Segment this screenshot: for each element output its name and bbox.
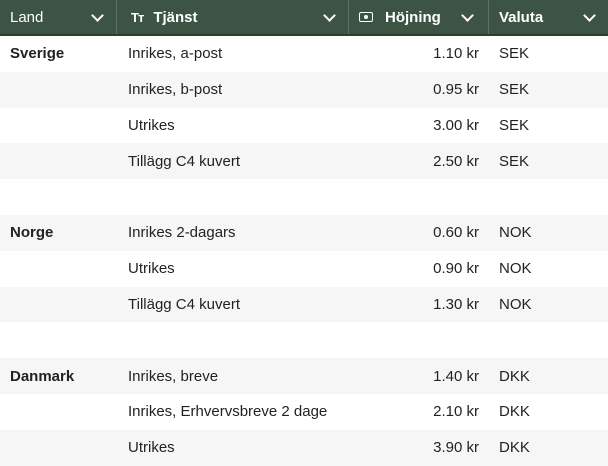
cell-hojning: 2.50 kr [433, 152, 479, 170]
column-header-land-label: Land [10, 8, 44, 26]
cell-hojning: 1.30 kr [433, 295, 479, 313]
column-header-land[interactable]: Land [0, 0, 117, 34]
table-row-empty[interactable] [0, 179, 608, 215]
cell-tjanst: Inrikes, b-post [128, 81, 223, 99]
chevron-down-icon[interactable] [583, 9, 596, 22]
cell-hojning: 3.00 kr [433, 116, 479, 134]
column-header-tjanst-label: Tjänst [153, 8, 198, 26]
column-header-hojning[interactable]: Höjning [349, 0, 489, 34]
table-row[interactable]: Utrikes 3.00 kr SEK [0, 108, 608, 144]
table-body: Sverige Inrikes, a-post 1.10 kr SEK Inri… [0, 36, 608, 466]
table-row[interactable]: Utrikes 3.90 kr DKK [0, 429, 608, 466]
cell-valuta: NOK [499, 224, 532, 242]
column-header-hojning-label: Höjning [385, 8, 441, 26]
table-row-empty[interactable] [0, 322, 608, 358]
table-row[interactable]: Inrikes, Erhvervsbreve 2 dage 2.10 kr DK… [0, 394, 608, 430]
cell-hojning: 0.60 kr [433, 224, 479, 242]
cell-tjanst: Inrikes, breve [128, 367, 219, 385]
table-row[interactable]: Tillägg C4 kuvert 2.50 kr SEK [0, 143, 608, 180]
cell-valuta: DKK [499, 403, 530, 421]
chevron-down-icon[interactable] [323, 9, 336, 22]
cell-tjanst: Tillägg C4 kuvert [128, 152, 240, 170]
cell-valuta: SEK [499, 116, 530, 134]
cell-land: Danmark [10, 367, 75, 385]
cell-valuta: DKK [499, 439, 530, 457]
money-icon [359, 12, 373, 22]
table-row[interactable]: Norge Inrikes 2-dagars 0.60 kr NOK [0, 214, 608, 251]
column-header-valuta[interactable]: Valuta [489, 0, 608, 34]
table-row[interactable]: Sverige Inrikes, a-post 1.10 kr SEK [0, 36, 608, 72]
cell-hojning: 3.90 kr [433, 439, 479, 457]
cell-tjanst: Utrikes [128, 260, 175, 278]
chevron-down-icon[interactable] [91, 9, 104, 22]
cell-tjanst: Inrikes, a-post [128, 45, 223, 63]
cell-tjanst: Inrikes, Erhvervsbreve 2 dage [128, 403, 328, 421]
table-row[interactable]: Utrikes 0.90 kr NOK [0, 251, 608, 287]
cell-land: Sverige [10, 45, 65, 63]
cell-valuta: DKK [499, 367, 530, 385]
chevron-down-icon[interactable] [461, 9, 474, 22]
cell-tjanst: Inrikes 2-dagars [128, 224, 236, 242]
table-row[interactable]: Tillägg C4 kuvert 1.30 kr NOK [0, 286, 608, 323]
table-row[interactable]: Inrikes, b-post 0.95 kr SEK [0, 71, 608, 108]
cell-valuta: SEK [499, 81, 530, 99]
cell-hojning: 2.10 kr [433, 403, 479, 421]
cell-tjanst: Tillägg C4 kuvert [128, 295, 240, 313]
cell-tjanst: Utrikes [128, 439, 175, 457]
cell-tjanst: Utrikes [128, 116, 175, 134]
cell-hojning: 0.90 kr [433, 260, 479, 278]
cell-valuta: SEK [499, 45, 530, 63]
cell-hojning: 1.40 kr [433, 367, 479, 385]
cell-land: Norge [10, 224, 54, 242]
text-type-icon: Tт [131, 9, 144, 25]
cell-valuta: NOK [499, 295, 532, 313]
cell-hojning: 0.95 kr [433, 81, 479, 99]
cell-valuta: NOK [499, 260, 532, 278]
table-row[interactable]: Danmark Inrikes, breve 1.40 kr DKK [0, 358, 608, 394]
column-header-valuta-label: Valuta [499, 8, 544, 26]
column-header-tjanst[interactable]: Tт Tjänst [117, 0, 349, 34]
cell-valuta: SEK [499, 152, 530, 170]
cell-hojning: 1.10 kr [433, 45, 479, 63]
table-header: Land Tт Tjänst Höjning Valuta [0, 0, 608, 36]
